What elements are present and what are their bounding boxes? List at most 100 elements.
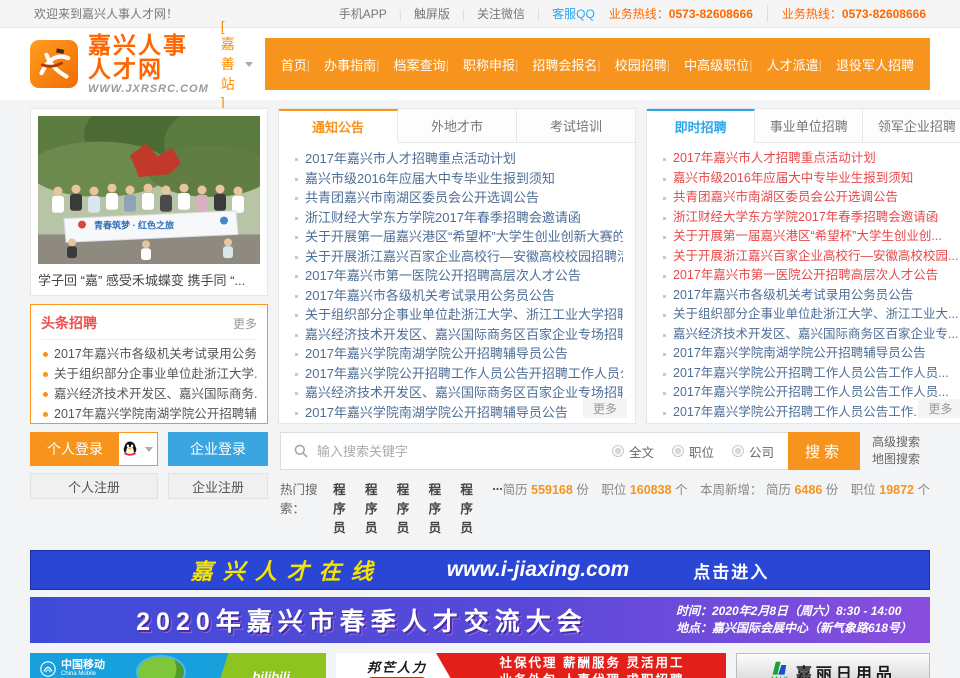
brand-block[interactable]: 嘉兴人事人才网 WWW.JXRSRC.COM: [88, 33, 209, 95]
hot-search-term[interactable]: 程序员: [333, 479, 357, 536]
notice-item[interactable]: 2017年嘉兴学院南湖学院公开招聘辅导员公告: [293, 344, 623, 364]
map-search-link[interactable]: 地图搜索: [872, 451, 930, 468]
personal-register-button[interactable]: 个人注册: [30, 473, 158, 499]
nav-item[interactable]: 退役军人招聘: [819, 55, 914, 74]
job-item[interactable]: 浙江财经大学东方学院2017年春季招聘会邀请函: [661, 208, 958, 228]
jobs-panel: 即时招聘事业单位招聘领军企业招聘 2017年嘉兴市人才招聘重点活动计划嘉兴市级2…: [646, 108, 960, 424]
jobs-more-link[interactable]: 更多: [918, 399, 960, 418]
job-item[interactable]: 2017年嘉兴市第一医院公开招聘高层次人才公告: [661, 266, 958, 286]
search-scope-radios: 全文职位公司: [612, 442, 774, 461]
nav-item[interactable]: 办事指南: [307, 55, 376, 74]
company-register-button[interactable]: 企业注册: [168, 473, 268, 499]
topbar-links: 手机APP触屏版关注微信客服QQ: [339, 5, 595, 22]
job-fair-banner[interactable]: 2020年嘉兴市春季人才交流大会 时间：2020年2月8日（周六）8:30 - …: [30, 597, 930, 643]
job-item[interactable]: 关于开展浙江嘉兴百家企业高校行—安徽高校校园...: [661, 247, 958, 267]
fair-time: 2020年2月8日（周六）8:30 - 14:00: [712, 604, 901, 618]
job-item[interactable]: 2017年嘉兴市人才招聘重点活动计划: [661, 149, 958, 169]
nav-item[interactable]: 校园招聘: [597, 55, 666, 74]
search-scope-option[interactable]: 全文: [612, 442, 654, 461]
notice-item[interactable]: 关于组织部分企事业单位赴浙江大学、浙江工业大学招聘人才的...: [293, 305, 623, 325]
notice-item[interactable]: 关于开展浙江嘉兴百家企业高校行—安徽高校校园招聘活动的通...: [293, 247, 623, 267]
headline-item[interactable]: 关于组织部分企事业单位赴浙江大学...: [41, 364, 257, 384]
topbar-link[interactable]: 关注微信: [450, 5, 525, 22]
news-photo[interactable]: 青春筑梦 · 红色之旅: [38, 116, 260, 264]
headline-title: 头条招聘: [41, 313, 97, 333]
search-button[interactable]: 搜索: [788, 432, 860, 470]
notice-item[interactable]: 2017年嘉兴学院公开招聘工作人员公告开招聘工作人员公告开...: [293, 364, 623, 384]
photo-caption[interactable]: 学子回 “嘉” 感受禾城蝶变 携手同 “...: [38, 270, 260, 289]
jobs-tab[interactable]: 事业单位招聘: [755, 109, 863, 143]
jaly-daily-goods-ad[interactable]: JALY 嘉丽日用品: [736, 653, 930, 678]
notice-item[interactable]: 嘉兴经济技术开发区、嘉兴国际商务区百家企业专场招聘会公告: [293, 383, 623, 403]
job-item[interactable]: 关于组织部分企事业单位赴浙江大学、浙江工业大...: [661, 305, 958, 325]
notices-more-link[interactable]: 更多: [583, 399, 627, 418]
nav-item[interactable]: 招聘会报名: [515, 55, 597, 74]
notice-item[interactable]: 关于开展第一届嘉兴港区“希望杯”大学生创业创新大赛的通知: [293, 227, 623, 247]
notice-item[interactable]: 2017年嘉兴市各级机关考试录用公务员公告: [293, 286, 623, 306]
nav-item[interactable]: 中高级职位: [667, 55, 749, 74]
hotline-number: 0573-82608666: [669, 7, 753, 21]
hot-search-term[interactable]: 程序员: [397, 479, 421, 536]
topbar-link[interactable]: 触屏版: [387, 5, 450, 22]
hotline-1: 业务热线：0573-82608666: [609, 5, 753, 22]
topbar-link[interactable]: 手机APP: [339, 5, 387, 22]
hot-search-term[interactable]: ...: [492, 479, 502, 536]
banner2-title: 2020年嘉兴市春季人才交流大会: [48, 602, 676, 638]
job-item[interactable]: 2017年嘉兴学院公开招聘工作人员公告工作人员...: [661, 364, 958, 384]
notices-tabs: 通知公告外地才市考试培训: [279, 109, 635, 143]
headline-more-link[interactable]: 更多: [233, 315, 257, 332]
job-item[interactable]: 2017年嘉兴市各级机关考试录用公务员公告: [661, 286, 958, 306]
job-item[interactable]: 共青团嘉兴市南湖区委员会公开选调公告: [661, 188, 958, 208]
job-item[interactable]: 2017年嘉兴学院南湖学院公开招聘辅导员公告: [661, 344, 958, 364]
nav-item[interactable]: 人才派遣: [749, 55, 818, 74]
job-item[interactable]: 2017年嘉兴学院公开招聘工作人员公告工作人员...: [661, 383, 958, 403]
logo-figure-icon: [34, 44, 74, 84]
notice-item[interactable]: 2017年嘉兴市人才招聘重点活动计划: [293, 149, 623, 169]
qq-login-dropdown[interactable]: [119, 433, 157, 465]
job-item[interactable]: 2017年嘉兴学院公开招聘工作人员公告工作...: [661, 403, 958, 423]
stat-number: 160838: [630, 483, 672, 497]
search-scope-option[interactable]: 职位: [672, 442, 714, 461]
notices-tab[interactable]: 通知公告: [279, 109, 398, 143]
bilibili-logo: bilibili: [252, 669, 326, 678]
personal-login-button[interactable]: 个人登录: [31, 433, 119, 465]
jobs-tab[interactable]: 即时招聘: [647, 109, 755, 143]
banner1-url: www.i-jiaxing.com: [447, 558, 629, 582]
job-item[interactable]: 关于开展第一届嘉兴港区“希望杯”大学生创业创...: [661, 227, 958, 247]
headline-item[interactable]: 2017年嘉兴学院南湖学院公开招聘辅...: [41, 404, 257, 424]
job-item[interactable]: 嘉兴经济技术开发区、嘉兴国际商务区百家企业专...: [661, 325, 958, 345]
notices-tab[interactable]: 外地才市: [398, 109, 517, 143]
hot-search-term[interactable]: 程序员: [365, 479, 389, 536]
station-selector[interactable]: [ 嘉善站 ]: [221, 18, 253, 110]
login-block: 个人登录: [30, 432, 268, 536]
site-logo-icon[interactable]: [30, 40, 78, 88]
hot-search-term[interactable]: 程序员: [460, 479, 484, 536]
hot-search-term[interactable]: 程序员: [429, 479, 453, 536]
topbar-link[interactable]: 客服QQ: [525, 5, 595, 22]
notice-item[interactable]: 嘉兴市级2016年应届大中专毕业生报到须知: [293, 169, 623, 189]
notice-item[interactable]: 2017年嘉兴市第一医院公开招聘高层次人才公告: [293, 266, 623, 286]
nav-item[interactable]: 职称申报: [446, 55, 515, 74]
headline-item[interactable]: 嘉兴经济技术开发区、嘉兴国际商务...: [41, 384, 257, 404]
advanced-search-link[interactable]: 高级搜索: [872, 434, 930, 451]
notices-tab[interactable]: 考试培训: [517, 109, 635, 143]
jobs-tab[interactable]: 领军企业招聘: [863, 109, 960, 143]
jiaxing-talent-online-banner[interactable]: 嘉兴人才在线 www.i-jiaxing.com 点击进入: [30, 550, 930, 590]
left-column: 青春筑梦 · 红色之旅 学子回 “嘉” 感受禾城蝶变 携手同 “... 头条招聘…: [30, 108, 268, 424]
nav-item[interactable]: 首页: [281, 55, 307, 74]
notice-item[interactable]: 嘉兴经济技术开发区、嘉兴国际商务区百家企业专场招聘会公告: [293, 325, 623, 345]
search-icon: [293, 443, 309, 459]
fair-place: 嘉兴国际会展中心（新气象路618号）: [712, 621, 912, 635]
notice-item[interactable]: 2017年嘉兴学院南湖学院公开招聘辅导员公告: [293, 403, 623, 423]
headline-item[interactable]: 2017年嘉兴市各级机关考试录用公务...: [41, 344, 257, 364]
nav-item[interactable]: 档案查询: [376, 55, 445, 74]
bangmang-hr-ad[interactable]: 邦芒人力 50bm.com 社保代理 薪酬服务 灵活用工 业务外包 人事代理 求…: [336, 653, 726, 678]
search-scope-option[interactable]: 公司: [732, 442, 774, 461]
search-input[interactable]: [317, 433, 612, 469]
search-box: 全文职位公司 搜索: [280, 432, 860, 470]
notice-item[interactable]: 共青团嘉兴市南湖区委员会公开选调公告: [293, 188, 623, 208]
notice-item[interactable]: 浙江财经大学东方学院2017年春季招聘会邀请函: [293, 208, 623, 228]
company-login-button[interactable]: 企业登录: [168, 432, 268, 466]
china-mobile-ad[interactable]: 中国移动China Mobile bilibili 季度会员 移动花卡: [30, 653, 326, 678]
job-item[interactable]: 嘉兴市级2016年应届大中专毕业生报到须知: [661, 169, 958, 189]
